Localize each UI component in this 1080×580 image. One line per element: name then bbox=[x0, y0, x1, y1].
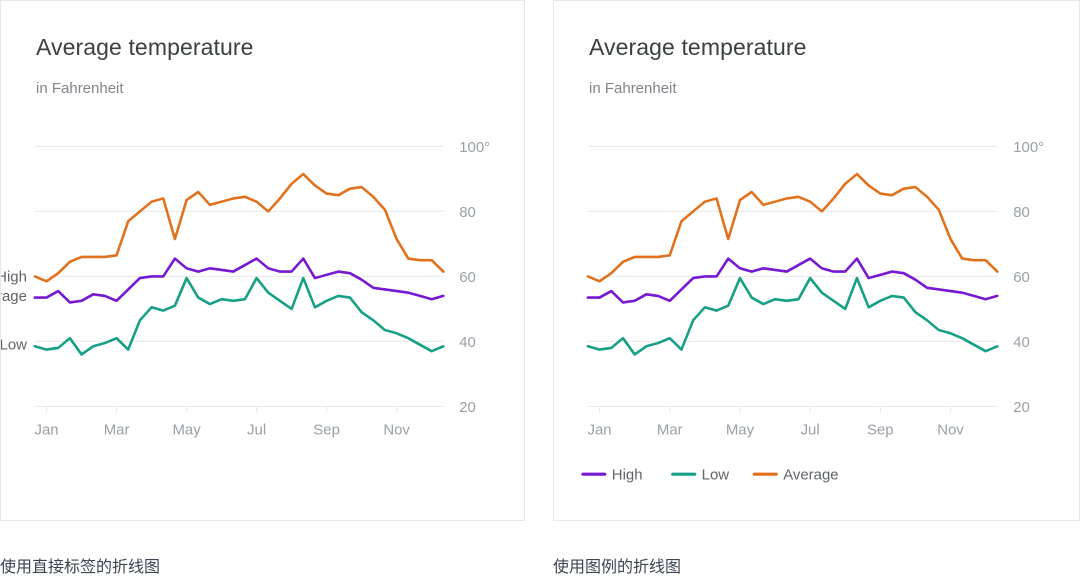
line-chart-direct-label: 20 40 60 80 100° Jan Mar May Jul Sep Nov High Averag… bbox=[1, 139, 490, 438]
chart-card-direct-label: Average temperature in Fahrenheit 20 40 60… bbox=[0, 0, 525, 521]
y-axis-tick-label: 20 bbox=[1013, 399, 1030, 416]
direct-label-low: Low bbox=[1, 337, 27, 354]
x-axis-tick-label: Mar bbox=[104, 421, 130, 438]
caption-legend: 使用图例的折线图 bbox=[553, 557, 682, 576]
direct-label-high: High bbox=[1, 268, 27, 285]
comparison-figure: Average temperature in Fahrenheit 20 40 60… bbox=[0, 0, 1080, 580]
x-axis-tick-label: Jan bbox=[34, 421, 58, 438]
legend-label-high: High bbox=[612, 467, 643, 484]
y-axis-tick-label: 40 bbox=[1013, 334, 1030, 351]
y-axis-tick-label: 80 bbox=[1013, 204, 1030, 221]
y-axis-tick-label: 80 bbox=[459, 204, 476, 221]
y-axis-tick-label: 40 bbox=[459, 334, 476, 351]
series-line-high bbox=[33, 257, 445, 304]
caption-direct-label: 使用直接标签的折线图 bbox=[0, 557, 161, 576]
x-axis-tick-label: Nov bbox=[383, 421, 410, 438]
x-axis-tick-label: Jul bbox=[247, 421, 266, 438]
chart-card-legend: Average temperature in Fahrenheit 20 40 60… bbox=[553, 0, 1080, 521]
legend-label-low: Low bbox=[702, 467, 730, 484]
x-axis-tick-label: May bbox=[726, 421, 755, 438]
y-axis-tick-label: 20 bbox=[459, 399, 476, 416]
series-line-average bbox=[586, 172, 999, 283]
x-axis-tick-label: Mar bbox=[657, 421, 683, 438]
legend-label-average: Average bbox=[783, 467, 838, 484]
chart-plot-area: 20 40 60 80 100° Jan Mar May Jul Sep Nov High Low Ave… bbox=[581, 139, 1044, 484]
x-axis-tick-label: May bbox=[172, 421, 201, 438]
x-axis-tick-label: Sep bbox=[313, 421, 340, 438]
direct-label-average: Average bbox=[1, 288, 27, 305]
y-axis-tick-label: 60 bbox=[459, 269, 476, 286]
series-line-average bbox=[33, 172, 445, 283]
y-axis-tick-label: 60 bbox=[1013, 269, 1030, 286]
y-axis-tick-label: 100° bbox=[459, 139, 490, 156]
x-axis-tick-label: Sep bbox=[867, 421, 894, 438]
line-chart-legend: 20 40 60 80 100° Jan Mar May Jul Sep Nov High Low Ave… bbox=[581, 139, 1044, 484]
y-axis-tick-label: 100° bbox=[1013, 139, 1044, 156]
series-line-high bbox=[586, 257, 999, 304]
x-axis-tick-label: Jul bbox=[801, 421, 820, 438]
x-axis-tick-label: Jan bbox=[588, 421, 612, 438]
x-axis-tick-label: Nov bbox=[937, 421, 964, 438]
chart-plot-area: 20 40 60 80 100° Jan Mar May Jul Sep Nov High Averag… bbox=[1, 139, 490, 438]
